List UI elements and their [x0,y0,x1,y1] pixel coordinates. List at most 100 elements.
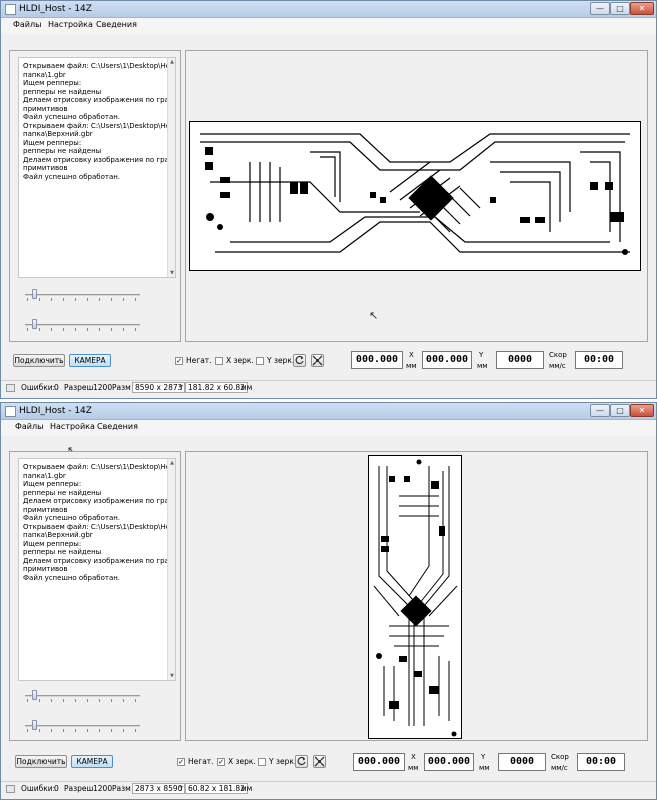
fit-icon[interactable] [311,354,324,367]
menu-settings[interactable]: Настройка [50,422,95,431]
scroll-down-icon[interactable]: ▼ [169,270,175,276]
log-line: Открываем файл: C:\Users\1\Desktop\Новая [23,121,176,130]
minimize-icon[interactable]: — [590,2,610,15]
x-mirror-checkbox[interactable]: X зерк. [215,355,254,367]
y-axis-label: Y [481,753,486,761]
log-line: Ищем репперы: [23,539,82,548]
slider-2[interactable] [25,720,140,732]
speed-label: Скор [551,753,569,761]
x-unit-label: мм [406,362,417,370]
x-mirror-checkbox[interactable]: ✓ X зерк. [217,756,256,768]
minimize-icon[interactable]: — [590,404,610,417]
log-line: примитивов [23,104,68,113]
log-scrollbar[interactable]: ▲ ▼ [167,459,175,680]
connect-button[interactable]: Подключить [13,354,65,367]
slider-1[interactable] [25,690,140,702]
slider-1-thumb[interactable] [32,289,37,299]
log-textbox[interactable]: Открываем файл: C:\Users\1\Desktop\Новая… [18,57,176,278]
resolution-value: 1200 [93,383,113,392]
status-bar: Ошибки: 0 Разреш 1200 Разм 2873 x 8590 т… [1,781,656,796]
log-scrollbar[interactable]: ▲ ▼ [167,58,175,277]
speed-unit-label: мм/с [551,764,568,772]
title-bar[interactable]: HLDI_Host - 14Z — □ ✕ [1,403,656,420]
y-position-field: 000.000 [424,753,474,771]
pcb-traces [373,459,458,737]
negative-checkbox[interactable]: ✓ Негат. [177,756,214,768]
log-line: Файл успешно обработан. [23,172,121,181]
log-line: Делаем отрисовку изображения по границам [23,497,176,505]
menu-settings[interactable]: Настройка [48,20,93,29]
size-t-label: т [179,784,184,793]
slider-2[interactable] [25,319,140,331]
camera-button[interactable]: КАМЕРА [69,354,111,367]
status-bar: Ошибки: 0 Разреш 1200 Разм 8590 x 2873 т… [1,380,656,395]
close-icon[interactable]: ✕ [630,2,654,15]
log-line: Файл успешно обработан. [23,573,121,582]
errors-value: 0 [54,383,59,392]
scroll-up-icon[interactable]: ▲ [169,59,175,65]
log-textbox[interactable]: Открываем файл: C:\Users\1\Desktop\Новая… [18,458,176,681]
errors-label: Ошибки: [21,383,56,392]
size-label: Разм [112,784,131,793]
x-position-field: 000.000 [351,351,403,369]
log-line: Ищем репперы: [23,79,82,87]
log-line: папка\1.gbr [23,70,66,79]
size-width: 2873 [135,784,155,793]
fit-icon[interactable] [313,755,326,768]
preview-panel [185,451,648,741]
size-mm-box: 181.82 x 60.82 [185,382,248,393]
log-line: папка\1.gbr [23,471,66,480]
menu-info[interactable]: Сведения [97,422,138,431]
x-position-field: 000.000 [353,753,405,771]
y-mirror-checkbox[interactable]: Y зерк. [258,756,296,768]
menu-info[interactable]: Сведения [96,20,137,29]
time-field: 00:00 [575,351,623,369]
size-mm-label: мм [241,784,253,793]
slider-2-thumb[interactable] [32,720,37,730]
negative-check-mark[interactable]: ✓ [175,357,183,365]
y-mirror-checkbox[interactable]: Y зерк. [256,355,294,367]
y-axis-label: Y [479,351,484,359]
log-line: папка\Верхний.gbr [23,531,93,539]
status-icon [6,785,15,793]
status-icon [6,384,15,392]
size-mm-box: 60.82 x 181.82 [185,783,248,794]
menu-files[interactable]: Файлы [15,422,43,431]
slider-2-thumb[interactable] [32,319,37,329]
maximize-icon[interactable]: □ [610,404,630,417]
log-line: примитивов [23,164,68,172]
y-unit-label: мм [477,362,488,370]
size-pixels-box: 8590 x 2873 [132,382,186,393]
size-mm-label: мм [241,383,253,392]
pcb-image [189,121,641,271]
negative-checkbox[interactable]: ✓ Негат. [175,355,212,367]
slider-1-thumb[interactable] [32,690,37,700]
errors-value: 0 [54,784,59,793]
y-unit-label: мм [479,764,490,772]
connect-button[interactable]: Подключить [15,755,67,768]
window-title: HLDI_Host - 14Z [19,4,92,14]
menu-files[interactable]: Файлы [13,20,41,29]
log-line: Делаем отрисовку изображения по границам [23,556,176,565]
scroll-up-icon[interactable]: ▲ [169,460,175,466]
log-line: репперы не найдены [23,488,102,497]
maximize-icon[interactable]: □ [610,2,630,15]
scroll-down-icon[interactable]: ▼ [169,673,175,679]
camera-button[interactable]: КАМЕРА [71,755,113,768]
rotate-icon[interactable] [295,755,308,768]
slider-1[interactable] [25,289,140,301]
log-line: Открываем файл: C:\Users\1\Desktop\Новая [23,62,176,70]
speed-unit-label: мм/с [549,362,566,370]
log-line: папка\Верхний.gbr [23,130,93,138]
rotate-icon[interactable] [293,354,306,367]
title-bar[interactable]: HLDI_Host - 14Z — □ ✕ [1,1,656,18]
log-line: примитивов [23,505,68,514]
log-panel: Открываем файл: C:\Users\1\Desktop\Новая… [9,50,181,342]
log-lines: Открываем файл: C:\Users\1\Desktop\Новая… [19,58,175,181]
log-line: Файл успешно обработан. [23,113,121,121]
log-line: Открываем файл: C:\Users\1\Desktop\Новая [23,463,176,471]
close-icon[interactable]: ✕ [630,404,654,417]
log-line: Файл успешно обработан. [23,514,121,522]
x-axis-label: X [409,351,414,359]
pcb-image [368,455,462,739]
